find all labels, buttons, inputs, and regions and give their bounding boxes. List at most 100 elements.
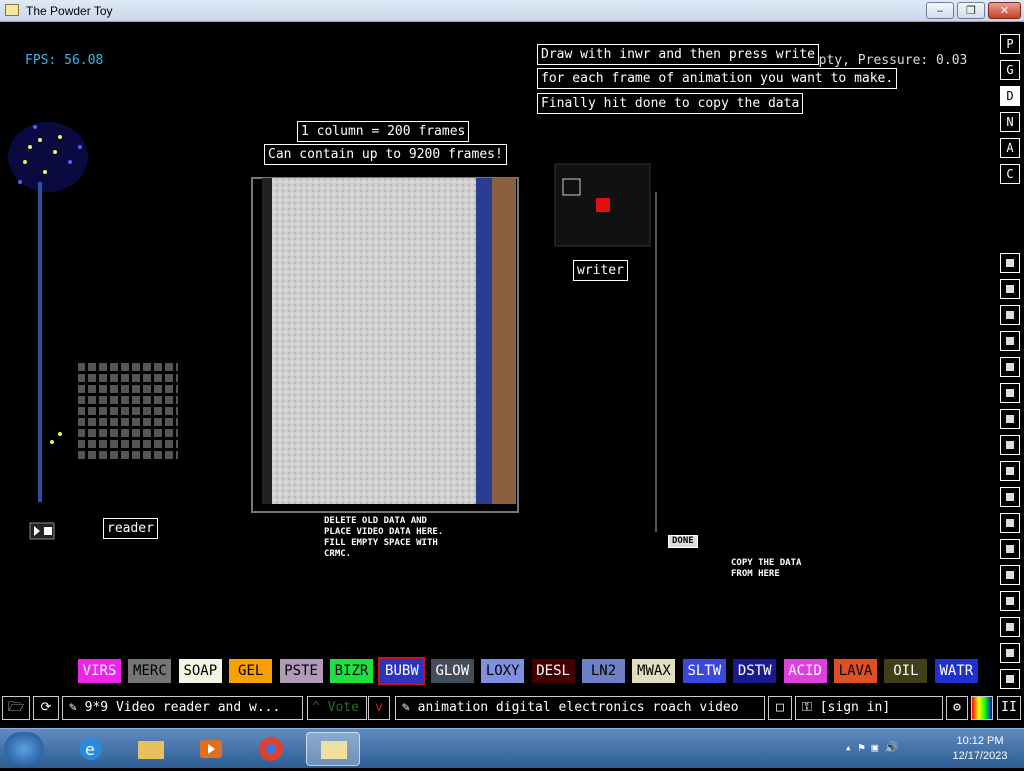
display-mode-button[interactable]	[971, 696, 993, 720]
power-icon[interactable]	[1000, 305, 1020, 325]
new-simulation-button[interactable]: □	[768, 696, 792, 720]
key-icon: ⚿	[802, 700, 820, 715]
element-pste[interactable]: PSTE	[279, 659, 323, 683]
tag-icon: ✎	[402, 700, 418, 715]
vote-down-button[interactable]: v	[368, 696, 390, 720]
element-mwax[interactable]: MWAX	[632, 659, 676, 683]
save-title-label: 9*9 Video reader and w...	[84, 700, 281, 715]
sensor-icon[interactable]	[1000, 331, 1020, 351]
menu-button-a[interactable]: A	[1000, 138, 1020, 158]
playback-icon	[29, 522, 55, 540]
title-bar: The Powder Toy ‒ ❐ ✕	[0, 0, 1024, 22]
particle-tree	[8, 122, 88, 502]
element-merc[interactable]: MERC	[128, 659, 172, 683]
radioactive-icon-glyph	[1006, 519, 1014, 527]
menu-button-d[interactable]: D	[1000, 86, 1020, 106]
element-oil[interactable]: OIL	[884, 659, 928, 683]
element-ln2[interactable]: LN2	[582, 659, 625, 683]
copy-data-note: COPY THE DATA FROM HERE	[731, 558, 802, 579]
element-bizr[interactable]: BIZR	[330, 659, 373, 683]
media-player-icon[interactable]	[184, 732, 238, 766]
thumb-up-icon: ^	[312, 700, 328, 715]
star-icon-glyph	[1006, 545, 1014, 553]
element-lava[interactable]: LAVA	[834, 659, 877, 683]
element-watr[interactable]: WATR	[934, 659, 978, 683]
sign-in-label: [sign in]	[819, 700, 891, 715]
hammer-icon-glyph	[1006, 649, 1014, 657]
reader-grid	[78, 360, 178, 460]
save-title-button[interactable]: ✎ 9*9 Video reader and w...	[62, 696, 303, 720]
done-button[interactable]: DONE	[668, 535, 698, 548]
element-dstw[interactable]: DSTW	[733, 659, 777, 683]
liquid-icon[interactable]	[1000, 435, 1020, 455]
element-acid[interactable]: ACID	[783, 659, 827, 683]
force-icon-glyph	[1006, 363, 1014, 371]
close-button[interactable]: ✕	[988, 2, 1021, 19]
search-icon[interactable]	[1000, 669, 1020, 689]
svg-text:e: e	[85, 740, 95, 759]
wall-icon-glyph	[1006, 259, 1014, 267]
hammer-icon[interactable]	[1000, 643, 1020, 663]
simulation-canvas[interactable]: FPS: 56.08 Empty, Pressure: 0.03 Draw wi…	[0, 22, 1024, 728]
sign-capacity: Can contain up to 9200 frames!	[264, 144, 507, 165]
particles-icon[interactable]	[1000, 565, 1020, 585]
window-title: The Powder Toy	[26, 4, 113, 18]
element-gel[interactable]: GEL	[229, 659, 273, 683]
chrome-icon[interactable]	[244, 732, 298, 766]
menu-button-n[interactable]: N	[1000, 112, 1020, 132]
element-sltw[interactable]: SLTW	[682, 659, 726, 683]
tray-icons[interactable]: ▴ ⚑ ▣ 🔊	[845, 741, 898, 754]
save-icon: ✎	[69, 700, 85, 715]
writer-box	[554, 163, 657, 532]
menu-button-p[interactable]: P	[1000, 34, 1020, 54]
brush-icon[interactable]	[1000, 409, 1020, 429]
star-icon[interactable]	[1000, 539, 1020, 559]
box-icon-glyph	[1006, 493, 1014, 501]
internet-explorer-icon[interactable]: e	[64, 732, 118, 766]
reader-button[interactable]: reader	[103, 518, 158, 539]
menu-button-g[interactable]: G	[1000, 60, 1020, 80]
vote-up-button[interactable]: ^ Vote	[307, 696, 367, 720]
sign-instruction-1: Draw with inwr and then press write	[537, 44, 819, 65]
lightbulb-icon[interactable]	[1000, 591, 1020, 611]
system-clock[interactable]: 10:12 PM 12/17/2023	[940, 734, 1020, 764]
vote-label: Vote	[327, 700, 359, 715]
particles-icon-glyph	[1006, 571, 1014, 579]
bookmark-icon[interactable]	[1000, 617, 1020, 637]
simulation-drawing	[8, 122, 657, 540]
spray-icon[interactable]	[1000, 383, 1020, 403]
pause-button[interactable]: II	[997, 696, 1021, 720]
menu-button-c[interactable]: C	[1000, 164, 1020, 184]
video-data-block	[251, 177, 519, 513]
open-save-button[interactable]: 🗁	[2, 696, 30, 720]
element-desl[interactable]: DESL	[531, 659, 575, 683]
app-icon	[5, 4, 19, 16]
start-button[interactable]	[4, 732, 44, 766]
liquid-icon-glyph	[1006, 441, 1014, 449]
lightbulb-icon-glyph	[1006, 597, 1014, 605]
plug-icon-glyph	[1006, 285, 1014, 293]
file-explorer-icon[interactable]	[124, 732, 178, 766]
powder-toy-taskbar-icon[interactable]	[306, 732, 360, 766]
radioactive-icon[interactable]	[1000, 513, 1020, 533]
element-glow[interactable]: GLOW	[430, 659, 474, 683]
element-loxy[interactable]: LOXY	[481, 659, 525, 683]
maximize-button[interactable]: ❐	[957, 2, 985, 19]
tags-button[interactable]: ✎ animation digital electronics roach vi…	[395, 696, 765, 720]
element-bubw[interactable]: BUBW	[378, 657, 426, 685]
sign-in-button[interactable]: ⚿ [sign in]	[795, 696, 943, 720]
element-virs[interactable]: VIRS	[78, 659, 121, 683]
writer-button[interactable]: writer	[573, 260, 628, 281]
force-icon[interactable]	[1000, 357, 1020, 377]
settings-button[interactable]: ⚙	[946, 696, 968, 720]
box-icon[interactable]	[1000, 487, 1020, 507]
sign-instruction-3: Finally hit done to copy the data	[537, 93, 804, 114]
element-soap[interactable]: SOAP	[178, 659, 222, 683]
brush-icon-glyph	[1006, 415, 1014, 423]
plug-icon[interactable]	[1000, 279, 1020, 299]
reload-button[interactable]: ⟳	[33, 696, 59, 720]
gas-icon[interactable]	[1000, 461, 1020, 481]
sign-column: 1 column = 200 frames	[297, 121, 470, 142]
minimize-button[interactable]: ‒	[926, 2, 954, 19]
wall-icon[interactable]	[1000, 253, 1020, 273]
